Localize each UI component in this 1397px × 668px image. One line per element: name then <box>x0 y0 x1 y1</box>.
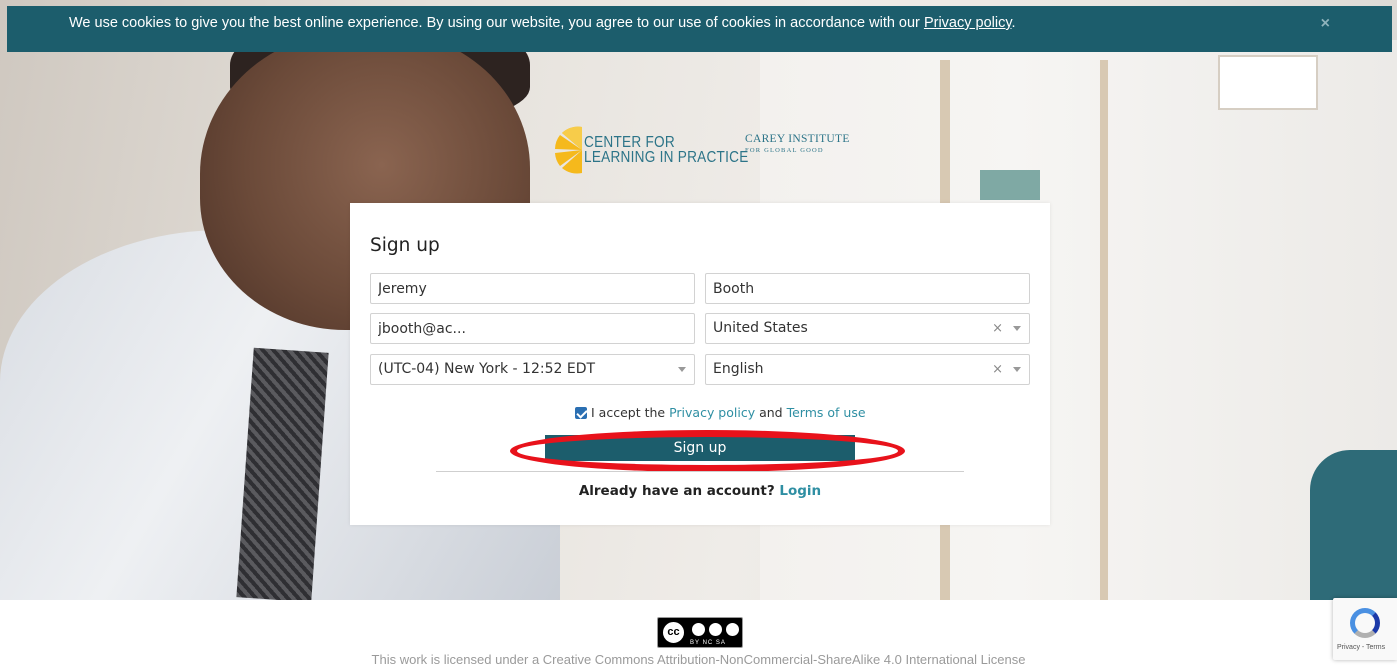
email-input[interactable] <box>378 314 687 343</box>
cookie-privacy-link[interactable]: Privacy policy <box>924 15 1012 31</box>
first-name-input[interactable] <box>378 274 687 303</box>
recaptcha-icon <box>1350 608 1380 638</box>
carey-institute-logo: CAREY INSTITUTE FOR GLOBAL GOOD <box>745 133 850 154</box>
book <box>980 170 1040 200</box>
carey-logo-sub: FOR GLOBAL GOOD <box>745 147 824 154</box>
divider <box>436 471 964 472</box>
login-prompt-row: Already have an account? Login <box>350 483 1050 499</box>
cc-badge-label: BY NC SA <box>690 640 726 646</box>
close-icon[interactable]: × <box>1321 7 1330 41</box>
first-name-field[interactable] <box>370 273 695 304</box>
center-for-learning-logo: CENTER FOR LEARNING IN PRACTICE <box>548 125 778 175</box>
clear-icon[interactable]: × <box>992 314 1003 343</box>
creative-commons-badge[interactable]: cc BY NC SA <box>657 617 743 648</box>
clp-logo-line2: LEARNING IN PRACTICE <box>584 149 749 166</box>
chevron-down-icon[interactable] <box>1013 367 1021 372</box>
sign-up-button[interactable]: Sign up <box>545 435 855 461</box>
last-name-field[interactable] <box>705 273 1030 304</box>
bookshelf-post <box>1100 60 1108 600</box>
language-value: English <box>713 361 764 377</box>
cookie-message-end: . <box>1011 15 1016 31</box>
chevron-down-icon[interactable] <box>1013 326 1021 331</box>
sa-icon <box>724 621 741 638</box>
wall-frame <box>1218 55 1318 110</box>
background-object <box>1310 450 1397 600</box>
country-value: United States <box>713 320 808 336</box>
login-link[interactable]: Login <box>779 483 821 499</box>
license-text: This work is licensed under a Creative C… <box>371 652 1026 667</box>
signup-card: Sign up United States × (UTC-04) New Yor… <box>350 203 1050 525</box>
accept-and: and <box>759 405 783 420</box>
by-icon <box>690 621 707 638</box>
recaptcha-links[interactable]: Privacy - Terms <box>1337 644 1385 651</box>
email-field[interactable] <box>370 313 695 344</box>
accept-terms-row: I accept the Privacy policy and Terms of… <box>575 405 866 420</box>
accept-prefix: I accept the <box>591 405 666 420</box>
carey-logo-main: CAREY INSTITUTE <box>745 133 850 145</box>
timezone-value: (UTC-04) New York - 12:52 EDT <box>378 361 596 377</box>
country-select[interactable]: United States × <box>705 313 1030 344</box>
privacy-policy-link[interactable]: Privacy policy <box>669 405 755 420</box>
chevron-down-icon[interactable] <box>678 367 686 372</box>
cookie-banner: We use cookies to give you the best onli… <box>7 6 1392 52</box>
clp-logo-line1: CENTER FOR <box>584 134 675 151</box>
sun-logo-icon <box>555 126 582 174</box>
login-prompt: Already have an account? <box>578 483 775 499</box>
signup-title: Sign up <box>370 235 440 256</box>
cc-icon: cc <box>661 620 686 645</box>
last-name-input[interactable] <box>713 274 1022 303</box>
timezone-select[interactable]: (UTC-04) New York - 12:52 EDT <box>370 354 695 385</box>
recaptcha-badge[interactable]: Privacy - Terms <box>1333 598 1397 660</box>
cookie-message: We use cookies to give you the best onli… <box>69 15 920 31</box>
language-select[interactable]: English × <box>705 354 1030 385</box>
accept-terms-checkbox[interactable] <box>575 406 587 419</box>
terms-of-use-link[interactable]: Terms of use <box>787 405 866 420</box>
clear-icon[interactable]: × <box>992 355 1003 384</box>
nc-icon <box>707 621 724 638</box>
